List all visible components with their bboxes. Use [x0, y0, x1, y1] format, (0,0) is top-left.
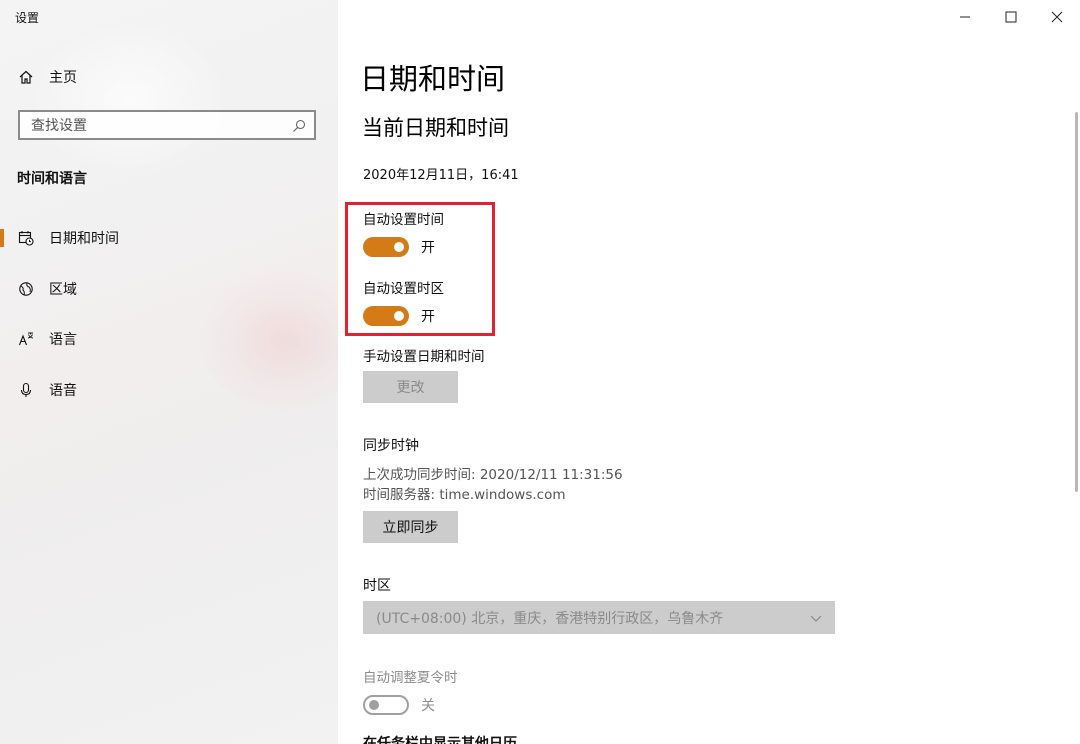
- auto-timezone-toggle[interactable]: [363, 306, 409, 326]
- chevron-down-icon: [807, 609, 825, 627]
- sidebar-item-label: 语言: [49, 332, 77, 348]
- manual-datetime-label: 手动设置日期和时间: [363, 349, 485, 365]
- sidebar-section-title: 时间和语言: [17, 171, 87, 187]
- auto-timezone-toggle-row[interactable]: 开: [363, 305, 435, 327]
- close-button[interactable]: [1034, 0, 1080, 34]
- auto-timezone-label: 自动设置时区: [363, 281, 444, 297]
- timezone-select[interactable]: (UTC+08:00) 北京，重庆，香港特别行政区，乌鲁木齐: [363, 601, 835, 634]
- search-icon[interactable]: [290, 117, 308, 135]
- sync-now-button[interactable]: 立即同步: [363, 511, 458, 543]
- background-blur: [30, 20, 230, 180]
- change-button[interactable]: 更改: [363, 371, 458, 403]
- sidebar-item-date-time[interactable]: 日期和时间: [0, 220, 338, 256]
- active-indicator: [0, 330, 4, 348]
- sidebar-item-region[interactable]: 区域: [0, 271, 338, 307]
- settings-window: 设置 主页 时间和语言 日期和时间 区域: [0, 0, 1080, 744]
- search-field[interactable]: [18, 110, 316, 140]
- microphone-icon: [17, 381, 35, 399]
- sidebar-item-label: 语音: [49, 383, 77, 399]
- language-icon: [17, 330, 35, 348]
- app-title: 设置: [15, 11, 40, 25]
- active-indicator: [0, 381, 4, 399]
- minimize-icon: [956, 8, 974, 26]
- sidebar: 设置 主页 时间和语言 日期和时间 区域: [0, 0, 338, 744]
- current-datetime-heading: 当前日期和时间: [362, 116, 509, 140]
- toggle-state-label: 开: [421, 240, 435, 256]
- timezone-selected-value: (UTC+08:00) 北京，重庆，香港特别行政区，乌鲁木齐: [376, 610, 724, 627]
- maximize-icon: [1002, 8, 1020, 26]
- toggle-state-label: 开: [421, 309, 435, 325]
- sidebar-item-label: 日期和时间: [49, 231, 119, 247]
- search-input[interactable]: [29, 115, 283, 137]
- minimize-button[interactable]: [942, 0, 988, 34]
- calendar-clock-icon: [17, 229, 35, 247]
- toggle-knob: [369, 700, 379, 710]
- sync-clock-label: 同步时钟: [363, 438, 419, 454]
- auto-time-toggle[interactable]: [363, 237, 409, 257]
- active-indicator: [0, 229, 4, 247]
- toggle-knob: [394, 311, 404, 321]
- auto-time-toggle-row[interactable]: 开: [363, 236, 435, 258]
- dst-label: 自动调整夏令时: [363, 670, 458, 686]
- maximize-button[interactable]: [988, 0, 1034, 34]
- dst-toggle[interactable]: [363, 695, 409, 715]
- main-content: 日期和时间 当前日期和时间 2020年12月11日，16:41 自动设置时间 开…: [338, 0, 1080, 744]
- toggle-state-label: 关: [421, 698, 435, 714]
- page-title: 日期和时间: [360, 62, 506, 96]
- last-sync-text: 上次成功同步时间: 2020/12/11 11:31:56: [363, 467, 623, 483]
- globe-icon: [17, 280, 35, 298]
- sidebar-item-label: 区域: [49, 282, 77, 298]
- timezone-label: 时区: [363, 578, 391, 594]
- sidebar-item-language[interactable]: 语言: [0, 321, 338, 357]
- time-server-text: 时间服务器: time.windows.com: [363, 487, 566, 503]
- scrollbar[interactable]: [1075, 112, 1078, 492]
- window-controls: [942, 0, 1080, 34]
- sidebar-item-home[interactable]: 主页: [17, 66, 77, 88]
- auto-time-label: 自动设置时间: [363, 212, 444, 228]
- current-datetime-value: 2020年12月11日，16:41: [363, 168, 519, 183]
- extra-calendar-heading: 在任务栏中显示其他日历: [363, 736, 517, 744]
- toggle-knob: [394, 242, 404, 252]
- sidebar-item-label: 主页: [49, 70, 77, 86]
- active-indicator: [0, 280, 4, 298]
- dst-toggle-row[interactable]: 关: [363, 694, 435, 716]
- sidebar-item-speech[interactable]: 语音: [0, 372, 338, 408]
- home-icon: [17, 68, 35, 86]
- close-icon: [1048, 8, 1066, 26]
